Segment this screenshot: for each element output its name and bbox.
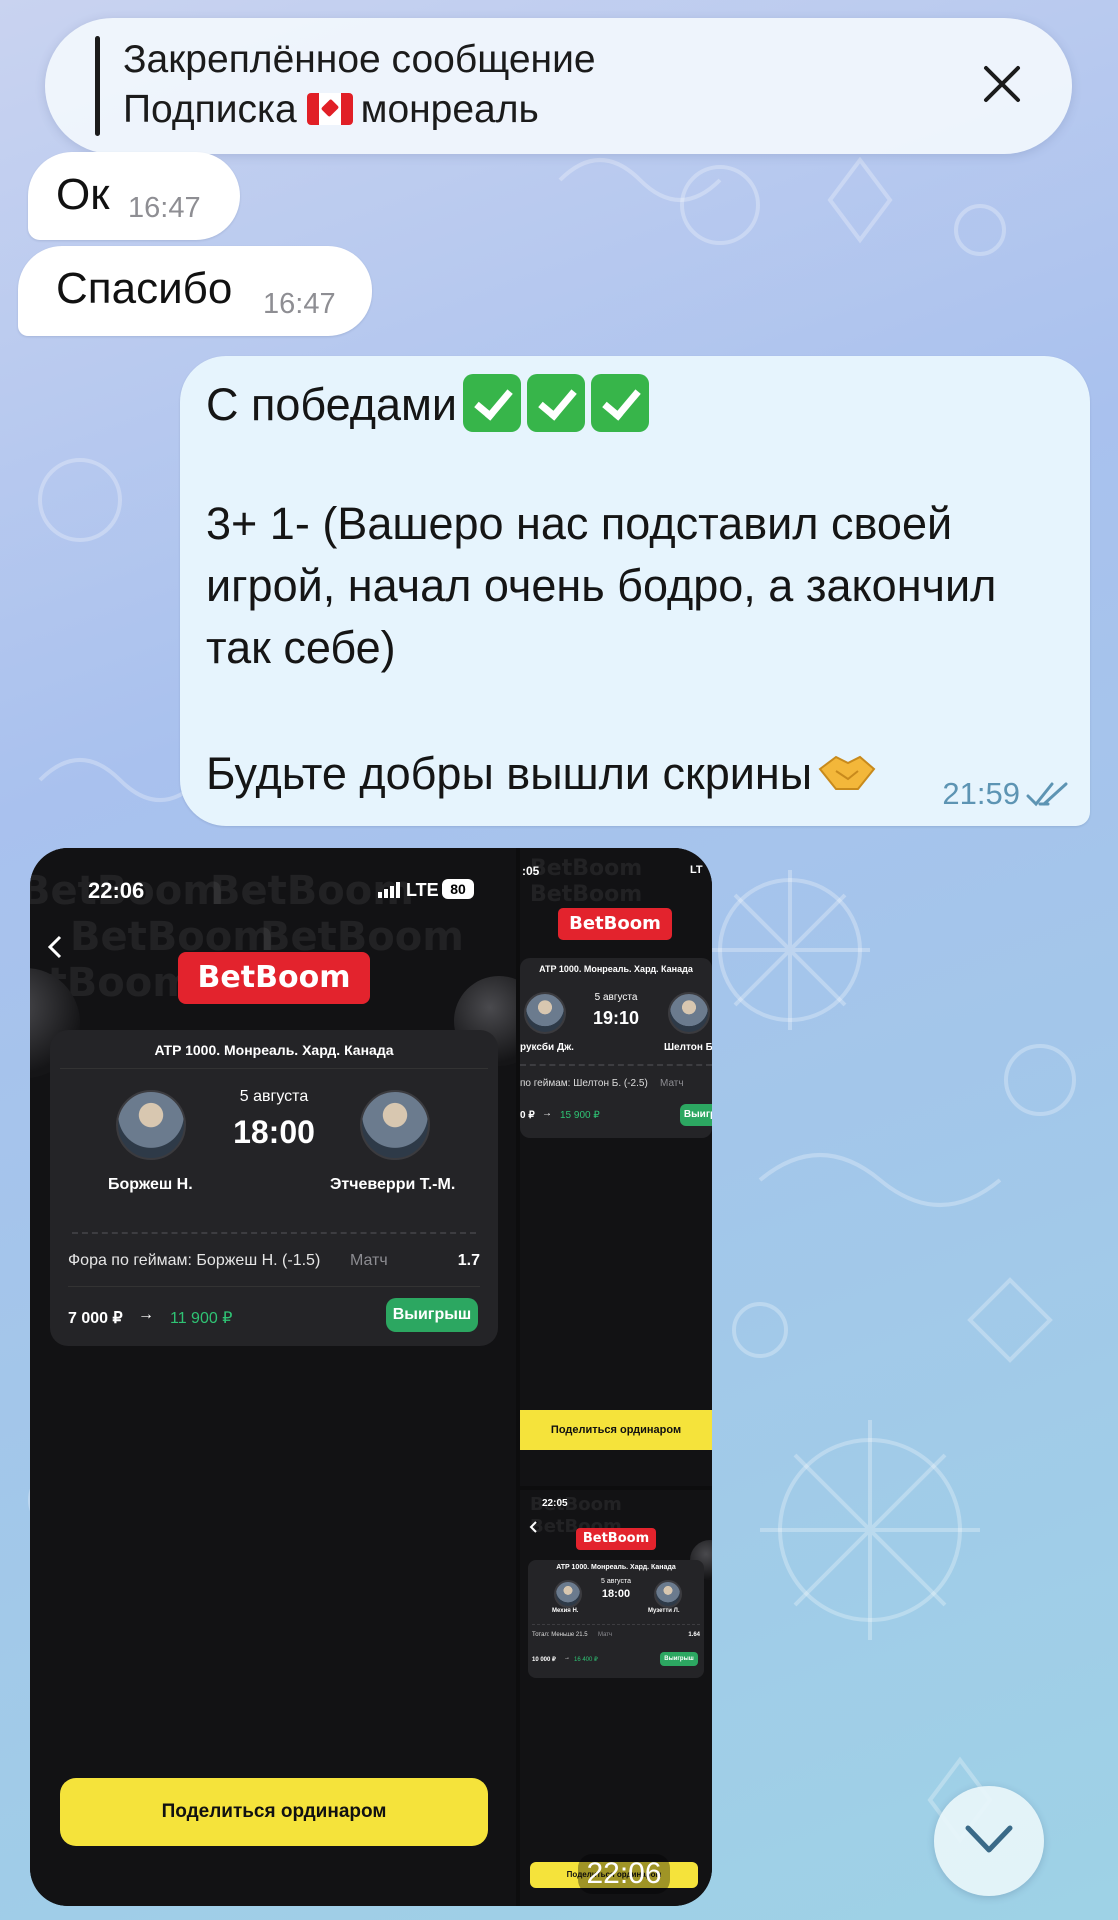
message-time: 16:47 [263, 288, 336, 320]
bet-description: Тотал: Меньше 21.5 [532, 1632, 588, 1638]
pinned-text: Подписка монреаль [123, 88, 539, 132]
pinned-accent-bar [95, 36, 100, 136]
status-time: :05 [522, 864, 540, 878]
bet-description: Фора по геймам: Боржеш Н. (-1.5) [68, 1252, 321, 1269]
match-date: 5 августа [594, 992, 638, 1003]
watermark: BetBoom [530, 882, 643, 907]
pinned-text-after: монреаль [360, 88, 539, 131]
message-text: Ок [56, 170, 110, 219]
bet-card: ATP 1000. Монреаль. Хард. Канада 5 авгус… [50, 1030, 498, 1346]
status-time: 22:05 [542, 1498, 568, 1509]
incoming-message[interactable]: Спасибо 16:47 [18, 246, 372, 336]
pinned-message-bar[interactable]: Закреплённое сообщение Подписка монреаль [45, 18, 1072, 154]
betboom-logo: BetBoom [558, 908, 672, 940]
match-time: 19:10 [592, 1008, 640, 1028]
match-time: 18:00 [601, 1588, 631, 1600]
betboom-logo: BetBoom [178, 952, 370, 1004]
outgoing-message[interactable]: С победами 3+ 1- (Вашеро нас подставил с… [180, 356, 1090, 826]
read-checkmarks-icon [1026, 782, 1068, 807]
bet-stake: 7 000 ₽ [68, 1310, 123, 1327]
player1-name: Мехия Н. [552, 1608, 579, 1614]
player2-name: Музетти Л. [648, 1608, 680, 1614]
media-time: 22:06 [578, 1854, 670, 1894]
pinned-text-before: Подписка [123, 88, 297, 131]
battery-indicator: 80 [442, 879, 474, 899]
network-label: LT [690, 864, 703, 876]
player2-name: Этчеверри Т.-М. [330, 1176, 456, 1193]
bet-description: по геймам: Шелтон Б. (-2.5) [520, 1078, 648, 1089]
arrow-right-icon: → [564, 1655, 570, 1661]
check-mark-icon [463, 374, 522, 432]
bet-stake: 10 000 ₽ [532, 1657, 556, 1663]
bet-screenshot-1[interactable]: BetBoom BetBoom BetBoom BetBoom BetBoom … [30, 848, 516, 1906]
pinned-title: Закреплённое сообщение [123, 38, 596, 81]
message-time: 21:59 [942, 776, 1020, 811]
message-line-text: Будьте добры вышли скрины [206, 748, 813, 799]
message-time: 16:47 [128, 192, 201, 224]
bet-payout: 15 900 ₽ [560, 1110, 600, 1121]
player2-name: Шелтон Б [664, 1042, 712, 1053]
bet-card: ATP 1000. Монреаль. Хард. Канада 5 авгус… [528, 1560, 704, 1678]
bet-card: ATP 1000. Монреаль. Хард. Канада 5 авгус… [520, 958, 712, 1138]
back-icon[interactable] [46, 934, 64, 960]
win-status-badge: Выигрыш [386, 1298, 478, 1332]
message-line: Будьте добры вышли скрины [206, 748, 876, 800]
message-line: так себе) [206, 622, 396, 673]
scroll-down-button[interactable] [934, 1786, 1044, 1896]
chevron-down-icon [965, 1825, 1013, 1853]
bet-kind: Матч [350, 1252, 388, 1269]
player1-name: Боржеш Н. [108, 1176, 193, 1193]
message-line: игрой, начал очень бодро, а закончил [206, 560, 997, 611]
arrow-right-icon: → [138, 1306, 154, 1323]
bet-payout: 11 900 ₽ [170, 1310, 233, 1327]
signal-icon [378, 882, 400, 898]
event-title: ATP 1000. Монреаль. Хард. Канада [154, 1042, 394, 1058]
message-line: С победами [206, 374, 650, 432]
bet-kind: Матч [660, 1078, 684, 1089]
share-single-button[interactable]: Поделиться ординаром [520, 1410, 712, 1450]
arrow-right-icon: → [542, 1108, 552, 1119]
message-line: 3+ 1- (Вашеро нас подставил своей [206, 498, 953, 549]
message-text: Спасибо [56, 264, 233, 313]
watermark: BetBoom [530, 856, 643, 881]
bet-screenshot-3[interactable]: BetBoom BetBoom 22:05 BetBoom ATP 1000. … [520, 1490, 712, 1906]
handshake-icon [818, 755, 876, 790]
bet-kind: Матч [598, 1632, 613, 1638]
bet-payout: 16 400 ₽ [574, 1657, 598, 1663]
match-date: 5 августа [239, 1088, 309, 1105]
message-line-text: С победами [206, 379, 458, 430]
player1-name: руксби Дж. [520, 1042, 574, 1053]
bet-stake: 0 ₽ [520, 1110, 535, 1121]
check-mark-icon [527, 374, 586, 432]
event-title: ATP 1000. Монреаль. Хард. Канада [556, 1564, 676, 1571]
event-title: ATP 1000. Монреаль. Хард. Канада [539, 964, 693, 974]
bet-odds: 1.7 [457, 1252, 480, 1269]
share-single-button[interactable]: Поделиться ординаром [60, 1778, 488, 1846]
win-status-badge: Выигр [680, 1104, 712, 1126]
bet-odds: 1.64 [688, 1632, 700, 1638]
back-icon[interactable] [528, 1520, 538, 1534]
status-time: 22:06 [88, 878, 145, 903]
check-mark-icon [591, 374, 650, 432]
betboom-logo: BetBoom [576, 1528, 656, 1550]
photo-album[interactable]: BetBoom BetBoom BetBoom BetBoom BetBoom … [30, 848, 712, 1906]
win-status-badge: Выигрыш [660, 1652, 698, 1666]
network-label: LTE [406, 880, 439, 900]
close-icon[interactable] [982, 64, 1022, 104]
match-time: 18:00 [233, 1114, 315, 1150]
flag-canada-icon [306, 93, 353, 125]
match-date: 5 августа [601, 1578, 631, 1585]
incoming-message[interactable]: Ок 16:47 [28, 152, 240, 240]
bet-screenshot-2[interactable]: BetBoom BetBoom :05 LT BetBoom ATP 1000.… [520, 848, 712, 1486]
